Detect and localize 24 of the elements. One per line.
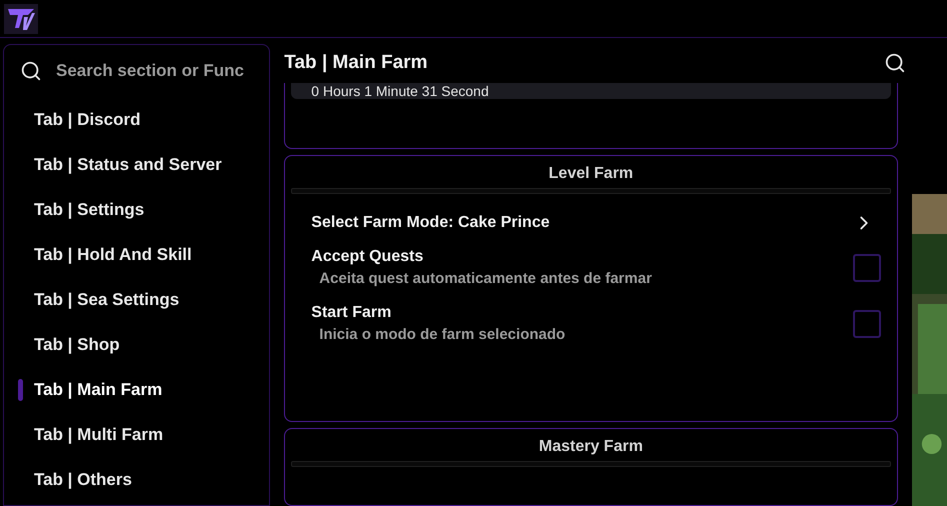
section-heading: Mastery Farm bbox=[538, 437, 643, 458]
search-icon bbox=[20, 60, 42, 82]
option-label: Accept Quests bbox=[311, 246, 424, 267]
sidebar-item[interactable]: Tab | Discord bbox=[4, 97, 250, 142]
option-description: Inicia o modo de farm selecionado bbox=[318, 324, 566, 345]
sidebar-item[interactable]: Tab | Settings bbox=[4, 187, 250, 232]
sidebar-item[interactable]: Tab | Main Farm bbox=[4, 367, 250, 412]
checkbox[interactable] bbox=[852, 310, 880, 338]
checkbox[interactable] bbox=[852, 254, 880, 282]
section-title: Tab | Main Farm bbox=[284, 51, 428, 76]
timer-display: 0 Hours 1 Minute 31 Second bbox=[291, 82, 890, 99]
sidebar-item[interactable]: Tab | Sea Settings bbox=[4, 277, 250, 322]
logo-icon bbox=[4, 4, 38, 34]
dropdown-label[interactable]: Select Farm Mode: Cake Prince bbox=[311, 210, 550, 235]
sidebar-item[interactable]: Tab | Multi Farm bbox=[4, 412, 250, 457]
sidebar-item[interactable]: Tab | Shop bbox=[4, 322, 250, 367]
sidebar-item[interactable]: Tab | Others bbox=[4, 457, 250, 502]
sidebar-item[interactable]: Tab | Status and Server bbox=[4, 142, 250, 187]
sidebar-item[interactable]: Tab | Hold And Skill bbox=[4, 232, 250, 277]
option-label: Start Farm bbox=[311, 302, 392, 323]
section-heading: Level Farm bbox=[548, 164, 634, 184]
search-icon[interactable] bbox=[884, 52, 906, 74]
option-description: Aceita quest automaticamente antes de farmar bbox=[318, 268, 652, 289]
search-field[interactable]: Search section or Func bbox=[56, 58, 264, 84]
